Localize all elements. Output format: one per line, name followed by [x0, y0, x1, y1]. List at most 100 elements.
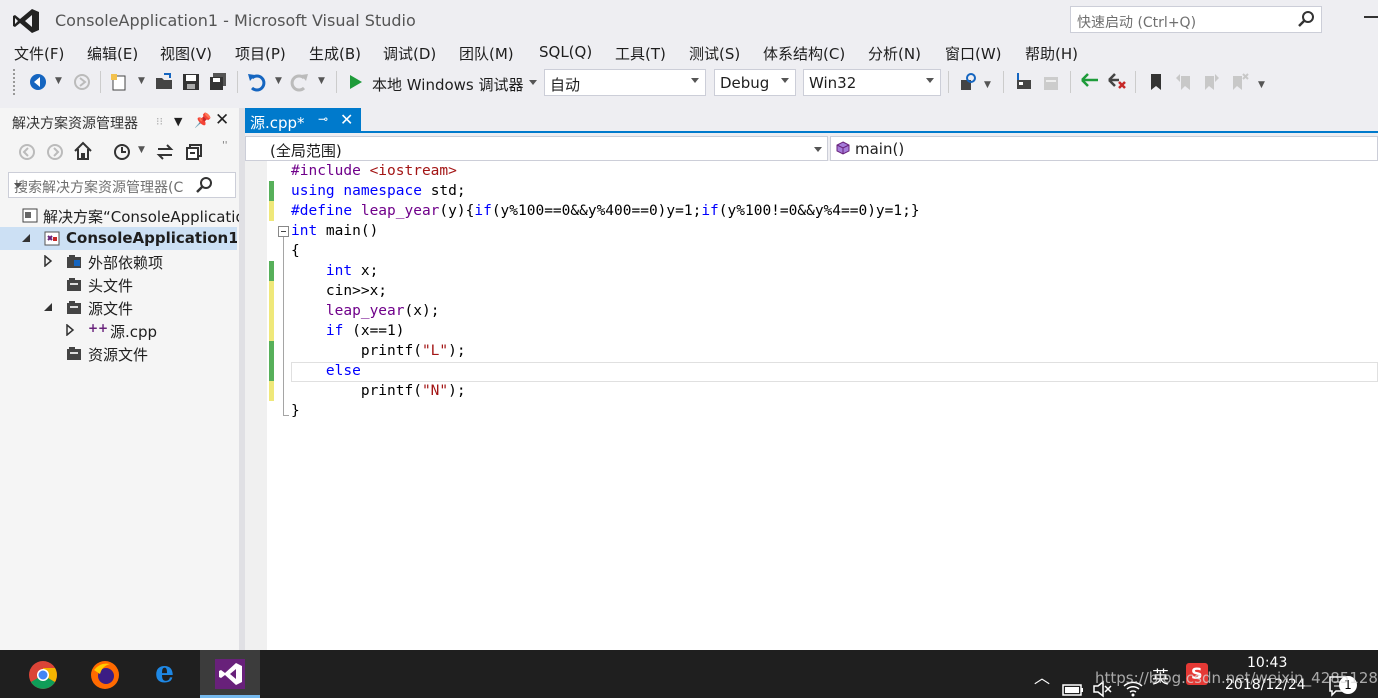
previous-bookmark-icon[interactable] [1174, 72, 1194, 92]
menu-help[interactable]: 帮助(H) [1025, 43, 1078, 64]
menu-architecture[interactable]: 体系结构(C) [763, 43, 845, 64]
navigate-forward-icon[interactable] [72, 72, 92, 92]
expanded-arrow-icon[interactable] [42, 301, 54, 313]
taskbar-firefox[interactable] [75, 650, 135, 698]
collapsed-arrow-icon[interactable] [64, 324, 76, 336]
code-line: int main() [291, 223, 379, 239]
uncomment-icon[interactable] [1107, 72, 1127, 92]
collapse-region-icon[interactable] [278, 226, 289, 237]
folder-filter-icon [67, 347, 81, 360]
start-debugging-button[interactable]: 本地 Windows 调试器 [348, 69, 538, 96]
quick-launch-input[interactable]: 快速启动 (Ctrl+Q) [1070, 6, 1322, 33]
find-in-files-icon[interactable] [958, 72, 978, 92]
pin-icon[interactable]: 📌 [194, 113, 211, 129]
start-debugging-label: 本地 Windows 调试器 [372, 76, 524, 94]
unsaved-change-marker [269, 201, 274, 221]
taskbar-chrome[interactable] [13, 650, 73, 698]
platform-select[interactable]: Win32 [803, 69, 941, 96]
tree-item-header-files[interactable]: 头文件 [0, 273, 241, 296]
tab-source-cpp[interactable]: 源.cpp* ⊸ ✕ [245, 108, 361, 133]
menu-build[interactable]: 生成(B) [309, 43, 361, 64]
member-select[interactable]: main() [830, 136, 1378, 161]
step-over-icon[interactable] [1041, 72, 1061, 92]
comment-icon[interactable] [1080, 72, 1100, 92]
menu-sql[interactable]: SQL(Q) [539, 43, 592, 61]
chevron-down-icon[interactable]: ▼ [138, 145, 145, 155]
forward-icon[interactable] [46, 143, 64, 161]
configuration-value: Debug [720, 74, 770, 92]
code-line: cin>>x; [291, 283, 388, 299]
close-icon[interactable]: ✕ [215, 110, 229, 130]
collapsed-arrow-icon[interactable] [42, 255, 54, 267]
toolbar-grip[interactable] [13, 69, 17, 95]
redo-dropdown-icon[interactable]: ▼ [318, 76, 325, 86]
indicator-margin[interactable] [245, 161, 267, 650]
code-text[interactable]: #include <iostream> using namespace std;… [291, 161, 920, 421]
tree-item-solution[interactable]: 解决方案“ConsoleApplicatio [0, 204, 241, 227]
saved-change-marker [269, 261, 274, 281]
menu-project[interactable]: 项目(P) [235, 43, 286, 64]
configuration-select[interactable]: Debug [714, 69, 796, 96]
open-file-icon[interactable] [154, 72, 174, 92]
menu-team[interactable]: 团队(M) [459, 43, 514, 64]
attach-mode-value: 自动 [550, 76, 581, 94]
pin-tab-icon[interactable]: ⊸ [318, 112, 328, 126]
taskbar-visual-studio[interactable] [200, 650, 260, 698]
next-bookmark-icon[interactable] [1201, 72, 1221, 92]
save-all-icon[interactable] [208, 72, 228, 92]
scope-select[interactable]: (全局范围) [245, 136, 828, 161]
pending-changes-icon[interactable] [112, 142, 132, 162]
menu-file[interactable]: 文件(F) [14, 43, 64, 64]
battery-icon[interactable] [1062, 666, 1084, 698]
code-line: printf("N"); [291, 383, 466, 399]
find-dropdown-icon[interactable]: ▼ [984, 80, 991, 90]
tree-item-label: 源文件 [88, 300, 134, 318]
window-position-icon[interactable]: ▼ [174, 115, 182, 128]
home-icon[interactable] [73, 141, 93, 161]
navigate-back-icon[interactable] [28, 72, 48, 92]
menu-tools[interactable]: 工具(T) [615, 43, 666, 64]
unsaved-change-marker [269, 381, 274, 401]
code-line: using namespace std; [291, 183, 466, 199]
menu-bar: 文件(F) 编辑(E) 视图(V) 项目(P) 生成(B) 调试(D) 团队(M… [0, 40, 1378, 64]
new-dropdown-icon[interactable]: ▼ [138, 76, 145, 86]
menu-window[interactable]: 窗口(W) [945, 43, 1002, 64]
new-project-icon[interactable] [109, 72, 129, 92]
menu-test[interactable]: 测试(S) [689, 43, 740, 64]
window-title: ConsoleApplication1 - Microsoft Visual S… [55, 11, 416, 30]
toolbar-overflow-icon[interactable]: ▼ [1258, 80, 1265, 90]
code-editor[interactable]: #include <iostream> using namespace std;… [245, 161, 1378, 650]
tree-item-external-dependencies[interactable]: 外部依赖项 [0, 250, 241, 273]
redo-icon[interactable] [290, 72, 310, 92]
attach-mode-select[interactable]: 自动 [544, 69, 706, 96]
tree-item-project[interactable]: ConsoleApplication1 [0, 227, 237, 250]
undo-icon[interactable] [246, 72, 266, 92]
menu-edit[interactable]: 编辑(E) [87, 43, 138, 64]
taskbar-edge[interactable]: e [138, 650, 198, 698]
tree-item-source-cpp[interactable]: ++ 源.cpp [0, 319, 241, 342]
solution-search-input[interactable]: 搜索解决方案资源管理器(C [8, 172, 236, 198]
show-hidden-icons-icon[interactable]: ︿ [1034, 664, 1050, 698]
search-options-icon[interactable] [14, 183, 22, 188]
clear-bookmarks-icon[interactable] [1229, 72, 1249, 92]
tree-item-source-files[interactable]: 源文件 [0, 296, 241, 319]
collapse-all-icon[interactable] [184, 142, 204, 162]
save-icon[interactable] [181, 72, 201, 92]
expanded-arrow-icon[interactable] [20, 232, 32, 244]
tree-item-resource-files[interactable]: 资源文件 [0, 342, 241, 365]
menu-analyze[interactable]: 分析(N) [868, 43, 921, 64]
menu-view[interactable]: 视图(V) [160, 43, 212, 64]
close-tab-icon[interactable]: ✕ [340, 110, 353, 129]
sync-icon[interactable] [155, 142, 175, 162]
back-dropdown-icon[interactable]: ▼ [55, 76, 62, 86]
bookmark-icon[interactable] [1146, 72, 1166, 92]
minimize-button[interactable] [1364, 16, 1378, 18]
undo-dropdown-icon[interactable]: ▼ [275, 76, 282, 86]
menu-debug[interactable]: 调试(D) [383, 43, 436, 64]
more-icon[interactable]: '' [222, 140, 228, 151]
step-into-icon[interactable] [1014, 72, 1034, 92]
back-icon[interactable] [18, 143, 36, 161]
solution-tree: 解决方案“ConsoleApplicatio ConsoleApplicatio… [0, 204, 241, 365]
quick-launch-placeholder: 快速启动 (Ctrl+Q) [1077, 15, 1197, 31]
debugger-dropdown-icon[interactable] [529, 80, 537, 85]
